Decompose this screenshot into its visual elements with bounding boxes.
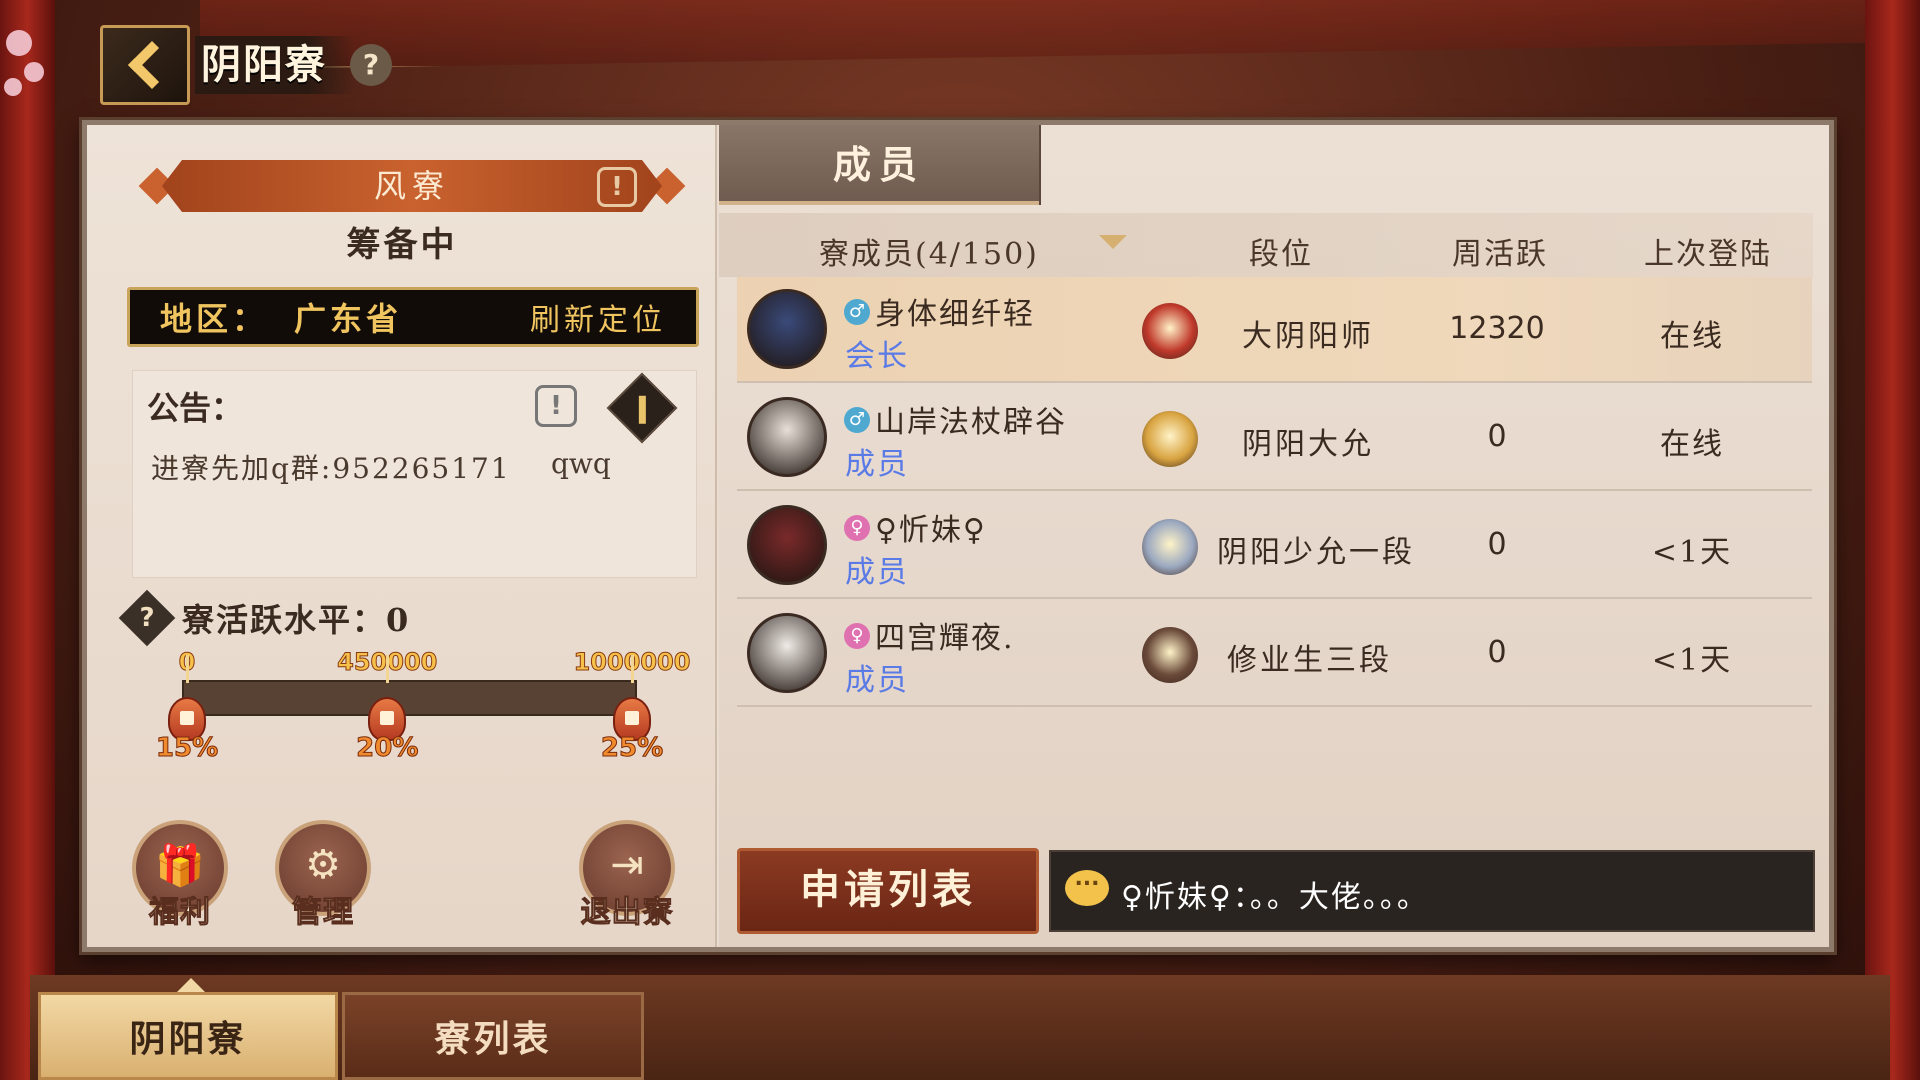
member-rank: 修业生三段 <box>1227 643 1392 678</box>
guild-name-banner: 风寮 <box>162 160 662 212</box>
chat-bar[interactable]: ♀忻妹♀：。。大佬。。。 <box>1049 850 1815 932</box>
tab-guild-list[interactable]: 寮列表 <box>342 992 644 1080</box>
curtain-right <box>1865 0 1920 1080</box>
activity-title: 寮活跃水平：0 <box>182 601 411 639</box>
chat-bubble-icon <box>1065 866 1109 906</box>
region-box: 地区： 广东省 刷新定位 <box>127 287 699 347</box>
member-name: 四宫輝夜. <box>875 621 1015 656</box>
member-weekly-activity: 0 <box>1487 635 1507 670</box>
rank-badge-icon <box>1142 519 1198 575</box>
apply-list-button[interactable]: 申请列表 <box>737 848 1039 934</box>
member-last-login: <1天 <box>1651 643 1733 678</box>
blossom-decoration <box>4 78 22 96</box>
milestone-bonus: 20% <box>356 733 419 764</box>
member-rank: 大阴阳师 <box>1242 319 1374 354</box>
member-name: 身体细纤轻 <box>875 297 1035 332</box>
member-last-login: <1天 <box>1651 535 1733 570</box>
female-gender-icon: ♀ <box>844 515 870 541</box>
gear-icon: ⚙ <box>305 842 341 888</box>
rank-badge-icon <box>1142 411 1198 467</box>
member-weekly-activity: 0 <box>1487 419 1507 454</box>
member-row[interactable]: ♀ ♀忻妹♀ 成员 阴阳少允一段 0 <1天 <box>737 493 1812 599</box>
notice-card: 公告： ! 进寮先加q群:952265171 qwq <box>132 370 697 578</box>
female-gender-icon: ♀ <box>844 623 870 649</box>
sort-chevron-icon[interactable] <box>1099 235 1127 249</box>
edit-pencil-icon[interactable] <box>606 372 678 444</box>
back-arrow-icon <box>127 40 177 90</box>
member-rank: 阴阳少允一段 <box>1217 535 1415 570</box>
gift-icon: 🎁 <box>155 843 205 889</box>
member-last-login: 在线 <box>1660 427 1724 462</box>
tab-guild[interactable]: 阴阳寮 <box>38 992 338 1080</box>
male-gender-icon: ♂ <box>844 299 870 325</box>
guild-status: 筹备中 <box>346 225 458 265</box>
member-role: 成员 <box>845 447 909 482</box>
curtain-left <box>0 0 55 1080</box>
column-weekly-activity: 周活跃 <box>1452 237 1548 272</box>
member-row[interactable]: ♂ 身体细纤轻 会长 大阴阳师 12320 在线 <box>737 277 1812 383</box>
notice-title: 公告： <box>147 389 244 427</box>
members-column: 成员 寮成员(4/150) 段位 周活跃 上次登陆 ♂ 身体细纤轻 会长 大阴阳… <box>719 125 1829 947</box>
guild-info-column: 风寮 ! 筹备中 地区： 广东省 刷新定位 公告： ! 进寮先加q群:95226… <box>87 125 717 947</box>
page-title: 阴阳寮 <box>195 36 355 94</box>
member-name: ♀忻妹♀ <box>875 513 987 548</box>
tab-members[interactable]: 成员 <box>719 125 1041 205</box>
member-weekly-activity: 12320 <box>1449 311 1545 346</box>
member-row[interactable]: ♀ 四宫輝夜. 成员 修业生三段 0 <1天 <box>737 601 1812 707</box>
member-role: 成员 <box>845 663 909 698</box>
back-button[interactable] <box>100 25 190 105</box>
milestone-tick <box>631 655 634 683</box>
avatar[interactable] <box>747 289 827 369</box>
milestone-bonus: 15% <box>155 733 219 764</box>
rank-badge-icon <box>1142 627 1198 683</box>
activity-progress-track <box>182 680 637 716</box>
alert-icon[interactable]: ! <box>597 167 637 207</box>
milestone-tick <box>186 655 189 683</box>
column-members[interactable]: 寮成员(4/150) <box>819 229 1039 273</box>
member-name: 山岸法杖辟谷 <box>875 405 1067 440</box>
member-row[interactable]: ♂ 山岸法杖辟谷 成员 阴阳大允 0 在线 <box>737 385 1812 491</box>
member-weekly-activity: 0 <box>1487 527 1507 562</box>
leave-guild-label: 退出寮 <box>580 895 674 931</box>
rank-badge-icon <box>1142 303 1198 359</box>
welfare-label: 福利 <box>149 895 211 931</box>
milestone-tick <box>386 655 390 683</box>
member-role: 会长 <box>845 339 909 374</box>
avatar[interactable] <box>747 505 827 585</box>
column-rank: 段位 <box>1249 237 1313 272</box>
region-value: 广东省 <box>294 300 403 338</box>
region-label: 地区： <box>160 300 269 338</box>
manage-label: 管理 <box>292 895 354 931</box>
milestone-bonus: 25% <box>600 733 664 764</box>
column-last-login: 上次登陆 <box>1644 237 1772 272</box>
blossom-decoration <box>24 62 44 82</box>
activity-help-icon[interactable]: ? <box>118 589 176 647</box>
guild-panel: 风寮 ! 筹备中 地区： 广东省 刷新定位 公告： ! 进寮先加q群:95226… <box>82 120 1834 952</box>
avatar[interactable] <box>747 613 827 693</box>
exit-icon: ⇥ <box>610 842 644 888</box>
help-icon[interactable]: ? <box>350 44 392 86</box>
notice-alert-icon[interactable]: ! <box>535 385 577 427</box>
notice-text: 进寮先加q群:952265171 <box>151 452 511 485</box>
notice-tail: qwq <box>551 447 611 480</box>
male-gender-icon: ♂ <box>844 407 870 433</box>
member-role: 成员 <box>845 555 909 590</box>
avatar[interactable] <box>747 397 827 477</box>
chat-message: ♀忻妹♀：。。大佬。。。 <box>1121 880 1429 915</box>
blossom-decoration <box>6 30 32 56</box>
member-last-login: 在线 <box>1660 319 1724 354</box>
refresh-location-button[interactable]: 刷新定位 <box>530 295 666 339</box>
member-rank: 阴阳大允 <box>1242 427 1374 462</box>
